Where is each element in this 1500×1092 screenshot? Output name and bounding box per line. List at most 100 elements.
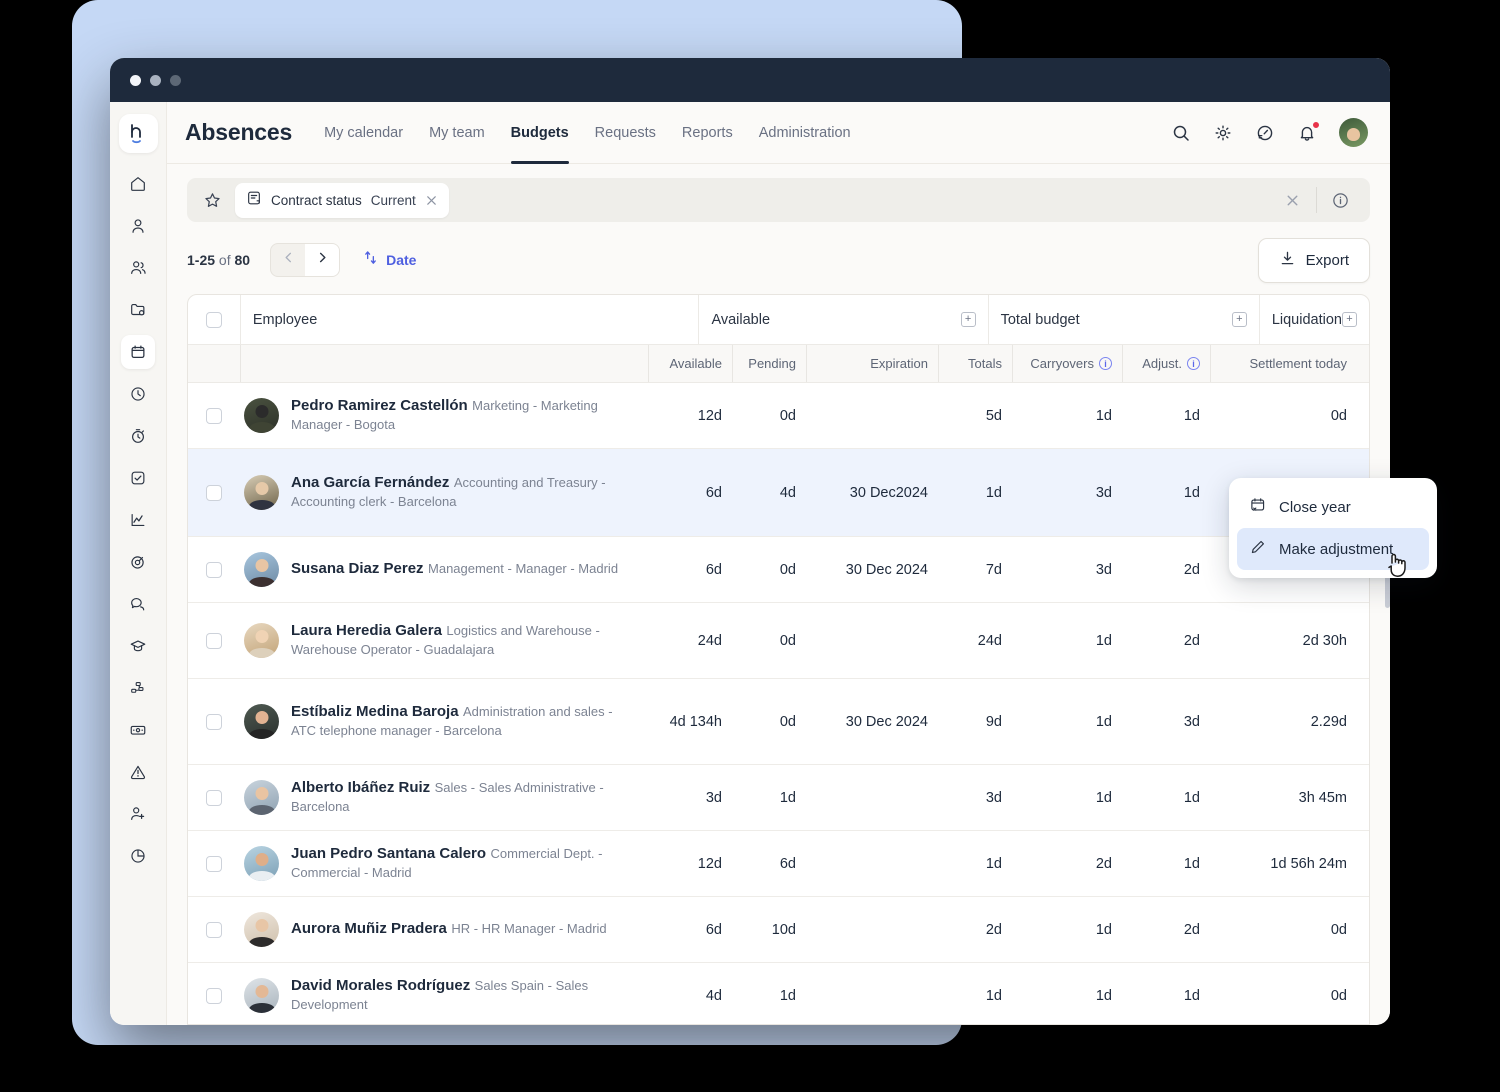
sidebar-item-stopwatch[interactable] <box>121 419 155 453</box>
cell-carryovers: 2d <box>1095 855 1112 872</box>
clear-filters-icon[interactable] <box>1269 193 1316 208</box>
expand-total-budget-icon[interactable]: + <box>1231 312 1247 327</box>
table-row[interactable]: Alberto Ibáñez Ruiz Sales - Sales Admini… <box>188 765 1369 831</box>
tab-requests[interactable]: Requests <box>595 102 656 164</box>
row-checkbox[interactable] <box>188 765 240 830</box>
gear-icon[interactable] <box>1213 123 1233 143</box>
avatar[interactable] <box>1339 118 1368 147</box>
employee-cell: Estíbaliz Medina Baroja Administration a… <box>240 679 648 764</box>
subheader-pending[interactable]: Pending <box>732 345 806 382</box>
close-icon[interactable] <box>425 194 438 207</box>
select-all-checkbox[interactable] <box>188 295 240 344</box>
sidebar-item-add-user[interactable] <box>121 797 155 831</box>
cell-adjust: 1d <box>1183 789 1200 806</box>
menu-item-close-year[interactable]: Close year <box>1237 486 1429 528</box>
filter-chip-contract-status[interactable]: Contract status Current <box>235 182 449 218</box>
subheader-available[interactable]: Available <box>648 345 732 382</box>
money-icon <box>129 721 147 739</box>
subheader-expiration[interactable]: Expiration <box>806 345 938 382</box>
screenshot-stage: Absences My calendar My team Budgets Req… <box>0 0 1500 1092</box>
tab-budgets[interactable]: Budgets <box>510 102 569 164</box>
tab-my-team[interactable]: My team <box>429 102 485 164</box>
sort-icon <box>362 250 379 270</box>
row-checkbox[interactable] <box>188 449 240 536</box>
cell-adjust: 1d <box>1183 855 1200 872</box>
sidebar-item-workflow[interactable] <box>121 671 155 705</box>
tab-reports[interactable]: Reports <box>682 102 733 164</box>
employee-name: Alberto Ibáñez Ruiz <box>291 779 431 797</box>
sort-label: Date <box>386 252 417 268</box>
search-icon[interactable] <box>1171 123 1191 143</box>
sort-button[interactable]: Date <box>362 250 416 270</box>
sidebar-item-reports[interactable] <box>121 839 155 873</box>
info-icon[interactable] <box>1317 191 1364 210</box>
row-checkbox[interactable] <box>188 383 240 448</box>
subheader-carryovers[interactable]: Carryovers i <box>1012 345 1122 382</box>
employee-name: Juan Pedro Santana Calero <box>291 845 487 863</box>
sidebar-item-tasks[interactable] <box>121 461 155 495</box>
tab-administration[interactable]: Administration <box>759 102 851 164</box>
cell-available: 6d <box>705 484 722 501</box>
next-page-button[interactable] <box>305 244 340 276</box>
window-maximize-dot[interactable] <box>170 74 181 86</box>
mouse-cursor <box>1385 550 1411 582</box>
table-row[interactable]: Pedro Ramirez Castellón Marketing - Mark… <box>188 383 1369 449</box>
speedometer-icon[interactable] <box>1255 123 1275 143</box>
result-count: 1-25 of 80 <box>187 252 250 268</box>
cell-totals: 1d <box>985 855 1002 872</box>
cell-adjust: 1d <box>1183 987 1200 1004</box>
sidebar-item-analytics[interactable] <box>121 503 155 537</box>
table-row[interactable]: Juan Pedro Santana Calero Commercial Dep… <box>188 831 1369 897</box>
window-minimize-dot[interactable] <box>150 74 161 86</box>
subheader-totals[interactable]: Totals <box>938 345 1012 382</box>
info-icon[interactable]: i <box>1187 357 1200 370</box>
cell-adjust: 2d <box>1183 921 1200 938</box>
subheader-adjust[interactable]: Adjust. i <box>1122 345 1210 382</box>
row-checkbox[interactable] <box>188 537 240 602</box>
tab-my-calendar[interactable]: My calendar <box>324 102 403 164</box>
cell-expiration: 30 Dec 2024 <box>845 713 928 730</box>
star-icon[interactable] <box>197 191 227 210</box>
row-checkbox[interactable] <box>188 603 240 678</box>
sidebar-item-calendar[interactable] <box>121 335 155 369</box>
row-checkbox[interactable] <box>188 897 240 962</box>
export-button[interactable]: Export <box>1257 237 1370 283</box>
cell-carryovers: 1d <box>1095 987 1112 1004</box>
window-close-dot[interactable] <box>130 74 141 86</box>
table-row[interactable]: Susana Diaz Perez Management - Manager -… <box>188 537 1369 603</box>
sidebar-item-goals[interactable] <box>121 545 155 579</box>
expand-liquidation-icon[interactable]: + <box>1341 312 1357 327</box>
expand-available-icon[interactable]: + <box>960 312 976 327</box>
sidebar-item-person[interactable] <box>121 209 155 243</box>
employee-cell: Pedro Ramirez Castellón Marketing - Mark… <box>240 383 648 448</box>
sidebar-item-alerts[interactable] <box>121 755 155 789</box>
table-row[interactable]: Ana García Fernández Accounting and Trea… <box>188 449 1369 537</box>
info-icon[interactable]: i <box>1099 357 1112 370</box>
document-icon <box>246 190 262 211</box>
chat-icon <box>129 595 147 613</box>
table-row[interactable]: Laura Heredia Galera Logistics and Wareh… <box>188 603 1369 679</box>
table-row[interactable]: Estíbaliz Medina Baroja Administration a… <box>188 679 1369 765</box>
cell-pending: 0d <box>779 561 796 578</box>
subheader-settlement-today[interactable]: Settlement today <box>1210 345 1369 382</box>
checkbox-icon <box>206 632 222 649</box>
cell-settlement: 0d <box>1330 407 1347 424</box>
sidebar-item-folder[interactable] <box>121 293 155 327</box>
sidebar-item-home[interactable] <box>121 167 155 201</box>
row-checkbox[interactable] <box>188 679 240 764</box>
prev-page-button[interactable] <box>271 244 305 276</box>
sidebar-item-learning[interactable] <box>121 629 155 663</box>
row-checkbox[interactable] <box>188 963 240 1024</box>
sidebar-item-people[interactable] <box>121 251 155 285</box>
add-user-icon <box>129 805 147 823</box>
table-row[interactable]: David Morales Rodríguez Sales Spain - Sa… <box>188 963 1369 1024</box>
page-title: Absences <box>185 119 293 145</box>
sidebar-item-payroll[interactable] <box>121 713 155 747</box>
avatar <box>244 780 279 815</box>
sidebar-item-chat[interactable] <box>121 587 155 621</box>
app-logo[interactable] <box>118 114 158 153</box>
bell-icon[interactable] <box>1297 120 1320 143</box>
row-checkbox[interactable] <box>188 831 240 896</box>
table-row[interactable]: Aurora Muñiz Pradera HR - HR Manager - M… <box>188 897 1369 963</box>
sidebar-item-clock[interactable] <box>121 377 155 411</box>
